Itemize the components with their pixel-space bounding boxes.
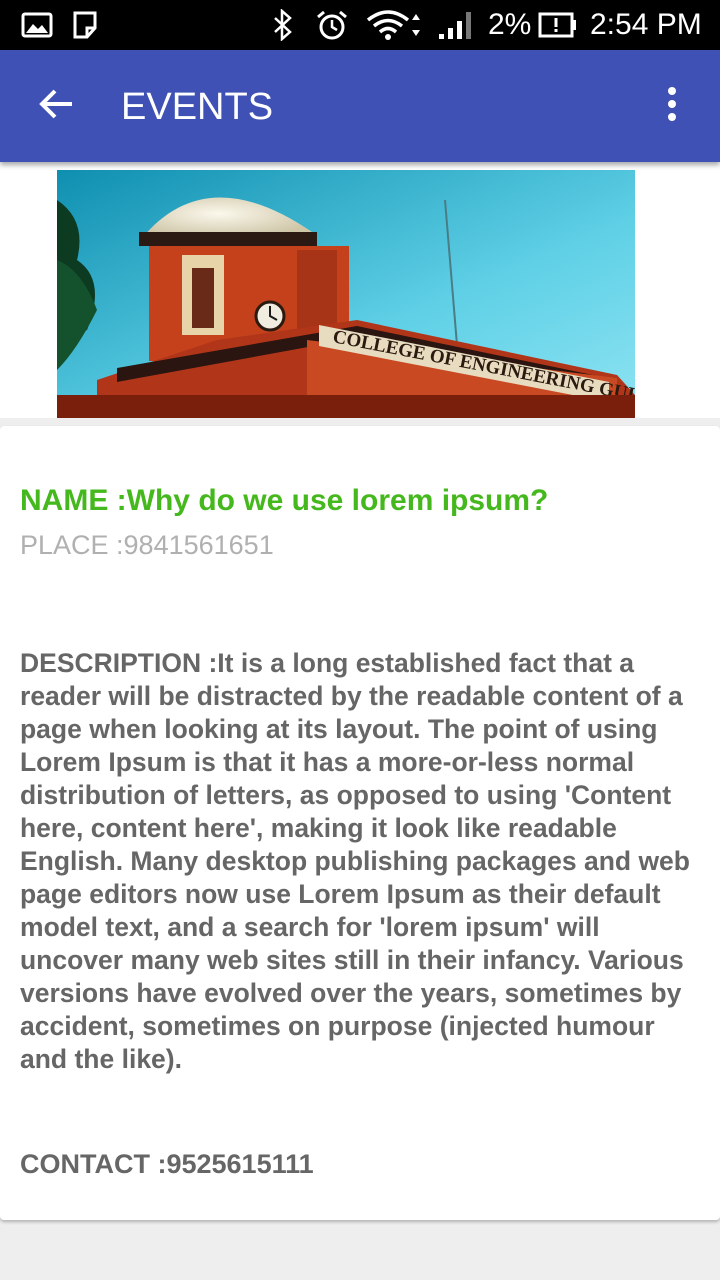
app-bar: EVENTS bbox=[0, 50, 720, 162]
back-button[interactable] bbox=[26, 78, 86, 134]
clock: 2:54 PM bbox=[590, 8, 702, 41]
sim-icon bbox=[70, 9, 100, 41]
wifi-icon bbox=[366, 9, 424, 41]
signal-icon bbox=[436, 9, 474, 41]
event-contact: CONTACT :9525615111 bbox=[20, 1149, 314, 1179]
battery-alert-icon bbox=[538, 9, 578, 41]
more-vert-icon bbox=[667, 86, 677, 127]
event-name: NAME :Why do we use lorem ipsum? bbox=[20, 484, 549, 517]
battery-percent: 2% bbox=[488, 8, 532, 41]
status-bar: 2% 2:54 PM bbox=[0, 0, 720, 50]
overflow-menu-button[interactable] bbox=[648, 78, 696, 134]
event-banner-image: COLLEGE OF ENGINEERING GUINDY bbox=[57, 170, 635, 418]
arrow-back-icon bbox=[38, 88, 74, 125]
event-place: PLACE :9841561651 bbox=[20, 530, 274, 560]
gallery-icon bbox=[20, 9, 54, 41]
bluetooth-icon bbox=[270, 9, 296, 41]
banner-container: COLLEGE OF ENGINEERING GUINDY bbox=[0, 162, 720, 418]
event-detail-card: NAME :Why do we use lorem ipsum? PLACE :… bbox=[0, 426, 720, 1220]
page-title: EVENTS bbox=[121, 86, 274, 128]
alarm-icon bbox=[315, 9, 349, 41]
event-description: DESCRIPTION :It is a long established fa… bbox=[20, 648, 690, 1074]
